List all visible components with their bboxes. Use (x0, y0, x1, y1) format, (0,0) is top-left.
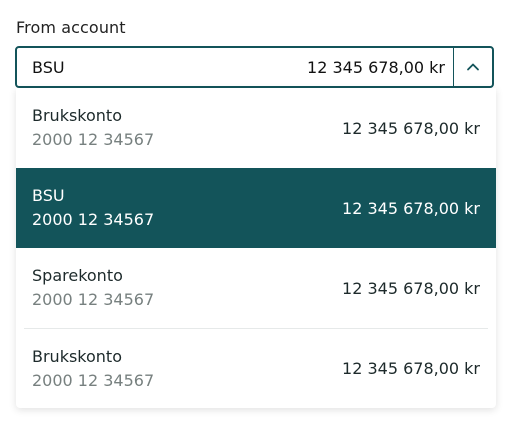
field-label: From account (16, 18, 126, 37)
account-number: 2000 12 34567 (32, 290, 155, 309)
account-dropdown-list: Brukskonto 2000 12 34567 12 345 678,00 k… (16, 88, 496, 408)
account-number: 2000 12 34567 (32, 210, 155, 229)
account-select[interactable]: BSU 12 345 678,00 kr (15, 46, 494, 88)
dropdown-toggle-button[interactable] (454, 48, 492, 86)
chevron-up-icon (467, 63, 479, 71)
account-name: BSU (32, 186, 65, 205)
account-option[interactable]: Brukskonto 2000 12 34567 12 345 678,00 k… (16, 88, 496, 168)
account-name: Brukskonto (32, 346, 122, 366)
selected-account-name: BSU (32, 57, 65, 77)
account-amount: 12 345 678,00 kr (342, 198, 480, 218)
account-amount: 12 345 678,00 kr (342, 278, 480, 298)
account-amount: 12 345 678,00 kr (342, 359, 480, 378)
account-amount: 12 345 678,00 kr (342, 118, 480, 138)
account-name: Sparekonto (32, 266, 123, 285)
account-number: 2000 12 34567 (32, 130, 155, 149)
account-number: 2000 12 34567 (32, 370, 155, 390)
account-option-selected[interactable]: BSU 2000 12 34567 12 345 678,00 kr (16, 168, 496, 248)
account-option[interactable]: Brukskonto 2000 12 34567 12 345 678,00 k… (16, 329, 496, 408)
account-option[interactable]: Sparekonto 2000 12 34567 12 345 678,00 k… (16, 248, 496, 328)
account-name: Brukskonto (32, 106, 122, 125)
selected-account-amount: 12 345 678,00 kr (307, 57, 445, 77)
